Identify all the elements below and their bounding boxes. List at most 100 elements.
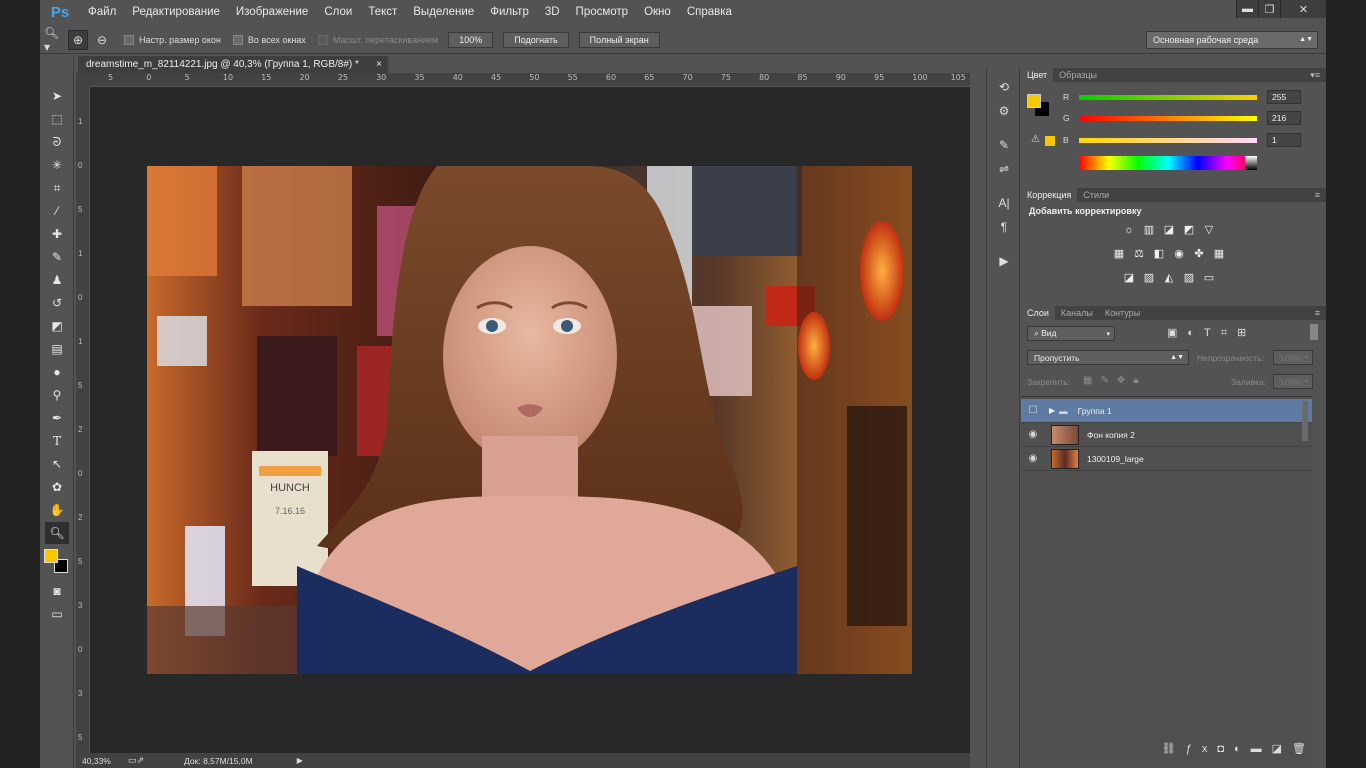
move-tool-icon[interactable]: ➤ bbox=[45, 85, 69, 107]
color-balance-icon[interactable]: ⚖ bbox=[1131, 246, 1147, 260]
color-spectrum-bar[interactable] bbox=[1079, 156, 1257, 170]
zoom-tool-preset-icon[interactable]: 🔍︎▾ bbox=[44, 26, 64, 54]
photo-filter-icon[interactable]: ◉ bbox=[1171, 246, 1187, 260]
r-slider[interactable] bbox=[1079, 94, 1257, 100]
opacity-field[interactable]: 100% ▾ bbox=[1273, 350, 1313, 365]
layer-name[interactable]: 1300109_large bbox=[1087, 454, 1144, 464]
fill-field[interactable]: 100% ▾ bbox=[1273, 374, 1313, 389]
tab-styles[interactable]: Стили bbox=[1077, 188, 1115, 202]
all-windows-checkbox[interactable]: Во всех окнах bbox=[232, 34, 306, 45]
r-slider-row[interactable]: R 255 bbox=[1063, 90, 1301, 104]
close-button[interactable]: ✕ bbox=[1280, 0, 1326, 18]
g-slider[interactable] bbox=[1079, 115, 1257, 121]
healing-brush-tool-icon[interactable]: ✚ bbox=[45, 223, 69, 245]
history-brush-tool-icon[interactable]: ↺ bbox=[45, 292, 69, 314]
levels-icon[interactable]: ▥ bbox=[1141, 222, 1157, 236]
paragraph-panel-icon[interactable]: ¶ bbox=[989, 216, 1019, 238]
dodge-tool-icon[interactable]: ⚲ bbox=[45, 384, 69, 406]
menu-select[interactable]: Выделение bbox=[405, 6, 482, 18]
brush-panel-icon[interactable]: ✎ bbox=[989, 134, 1019, 156]
layer-name[interactable]: Фон копия 2 bbox=[1087, 430, 1135, 440]
layer-row-group[interactable]: ☐ ▶ ▬ Группа 1 bbox=[1021, 399, 1312, 423]
horizontal-ruler[interactable]: 5 0 5 10 15 20 25 30 35 40 45 50 55 60 65 70 75 80 85 90 95 1… bbox=[90, 73, 970, 87]
stamp-tool-icon[interactable]: ♟ bbox=[45, 269, 69, 291]
menu-image[interactable]: Изображение bbox=[228, 6, 316, 18]
path-select-tool-icon[interactable]: ↖ bbox=[45, 453, 69, 475]
type-tool-icon[interactable]: T bbox=[45, 430, 69, 452]
timeline-panel-icon[interactable]: ▶ bbox=[989, 250, 1019, 272]
history-panel-icon[interactable]: ⟲ bbox=[989, 76, 1019, 98]
layer-filter-icons[interactable]: ▣◐T⌗⊞ bbox=[1167, 326, 1256, 340]
menu-file[interactable]: Файл bbox=[80, 6, 124, 18]
menu-help[interactable]: Справка bbox=[679, 6, 740, 18]
threshold-icon[interactable]: ◭ bbox=[1161, 270, 1177, 284]
menu-type[interactable]: Текст bbox=[360, 6, 405, 18]
status-menu-arrow-icon[interactable]: ▶ bbox=[297, 756, 303, 765]
b-value-field[interactable]: 1 bbox=[1267, 133, 1301, 147]
eraser-tool-icon[interactable]: ◩ bbox=[45, 315, 69, 337]
gradient-map-icon[interactable]: ▨ bbox=[1181, 270, 1197, 284]
exposure-icon[interactable]: ◩ bbox=[1181, 222, 1197, 236]
zoom-in-icon[interactable]: ⊕ bbox=[68, 29, 88, 50]
layer-filter-select[interactable]: ⌕ Вид ▾ bbox=[1027, 326, 1115, 341]
close-tab-icon[interactable]: × bbox=[376, 59, 382, 70]
menu-window[interactable]: Окно bbox=[636, 6, 679, 18]
hue-saturation-icon[interactable]: ▦ bbox=[1111, 246, 1127, 260]
menu-view[interactable]: Просмотр bbox=[568, 6, 637, 18]
foreground-color-swatch[interactable] bbox=[44, 549, 58, 563]
zoom-100-button[interactable]: 100% bbox=[448, 31, 494, 48]
shape-tool-icon[interactable]: ✿ bbox=[45, 476, 69, 498]
black-white-icon[interactable]: ◧ bbox=[1151, 246, 1167, 260]
marquee-tool-icon[interactable]: ⬚ bbox=[45, 108, 69, 130]
eyedropper-tool-icon[interactable]: ⁄ bbox=[45, 200, 69, 222]
menu-3d[interactable]: 3D bbox=[537, 6, 568, 18]
scrubby-zoom-checkbox[interactable]: Масшт. перетаскиванием bbox=[317, 34, 438, 45]
channel-mixer-icon[interactable]: ✤ bbox=[1191, 246, 1207, 260]
hand-tool-icon[interactable]: ✋ bbox=[45, 499, 69, 521]
r-value-field[interactable]: 255 bbox=[1267, 90, 1301, 104]
color-swatches[interactable] bbox=[40, 545, 73, 579]
g-slider-row[interactable]: G 216 bbox=[1063, 111, 1301, 125]
curves-icon[interactable]: ◪ bbox=[1161, 222, 1177, 236]
fg-color-chip[interactable] bbox=[1027, 94, 1041, 108]
panel-menu-icon[interactable]: ≡ bbox=[1315, 308, 1326, 318]
layer-name[interactable]: Группа 1 bbox=[1078, 406, 1112, 416]
actions-panel-icon[interactable]: ⚙ bbox=[989, 100, 1019, 122]
tab-adjustments[interactable]: Коррекция bbox=[1021, 188, 1078, 202]
tab-swatches[interactable]: Образцы bbox=[1053, 68, 1103, 82]
filter-toggle[interactable] bbox=[1310, 324, 1318, 340]
workspace-select[interactable]: Основная рабочая среда ▲▼ bbox=[1146, 30, 1318, 49]
zoom-level[interactable]: 40,33% bbox=[82, 756, 120, 766]
fill-screen-button[interactable]: Полный экран bbox=[578, 31, 660, 48]
panel-menu-icon[interactable]: ≡ bbox=[1315, 190, 1326, 200]
lock-icons[interactable]: ▦✎✥🔒︎ bbox=[1083, 375, 1147, 386]
layer-row-bg-copy[interactable]: ◉ Фон копия 2 bbox=[1021, 423, 1312, 447]
layer-row-background[interactable]: ◉ 1300109_large bbox=[1021, 447, 1312, 471]
quick-select-tool-icon[interactable]: ✳ bbox=[45, 154, 69, 176]
vertical-ruler[interactable]: 105101520253035 bbox=[76, 87, 90, 753]
quick-mask-icon[interactable]: ◙ bbox=[45, 580, 69, 602]
layers-footer-buttons[interactable]: ⛓ƒx◘◐▬◪🗑︎ bbox=[1021, 740, 1326, 756]
blend-mode-select[interactable]: Пропустить ▲▼ bbox=[1027, 350, 1189, 365]
tab-paths[interactable]: Контуры bbox=[1099, 306, 1146, 320]
brightness-icon[interactable]: ☼ bbox=[1121, 223, 1137, 237]
screen-mode-icon[interactable]: ▭ bbox=[45, 603, 69, 625]
tab-color[interactable]: Цвет bbox=[1021, 68, 1054, 82]
menu-layers[interactable]: Слои bbox=[316, 6, 360, 18]
selective-color-icon[interactable]: ▭ bbox=[1201, 270, 1217, 284]
crop-tool-icon[interactable]: ⌗ bbox=[45, 177, 69, 199]
menu-edit[interactable]: Редактирование bbox=[124, 6, 228, 18]
visibility-off-box[interactable]: ☐ bbox=[1021, 405, 1045, 416]
resize-windows-checkbox[interactable]: Настр. размер окон bbox=[124, 34, 221, 45]
eye-icon[interactable]: ◉ bbox=[1021, 429, 1045, 440]
websafe-chip[interactable] bbox=[1045, 136, 1055, 146]
brush-tool-icon[interactable]: ✎ bbox=[45, 246, 69, 268]
pen-tool-icon[interactable]: ✒ bbox=[45, 407, 69, 429]
document-tab[interactable]: dreamstime_m_82114221.jpg @ 40,3% (Групп… bbox=[78, 56, 388, 73]
lasso-tool-icon[interactable]: ᘐ bbox=[45, 131, 69, 153]
character-panel-icon[interactable]: A| bbox=[989, 192, 1019, 214]
zoom-tool-icon[interactable]: 🔍︎ bbox=[45, 522, 69, 544]
zoom-out-icon[interactable]: ⊖ bbox=[92, 30, 112, 50]
minimize-button[interactable]: ▬ bbox=[1236, 0, 1258, 18]
gradient-tool-icon[interactable]: ▤ bbox=[45, 338, 69, 360]
